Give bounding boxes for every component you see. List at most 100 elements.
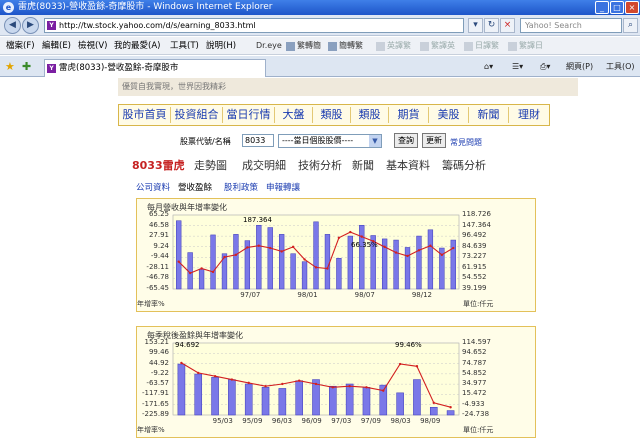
line-point: [200, 267, 203, 270]
close-button[interactable]: ×: [625, 1, 639, 14]
stock-code-input[interactable]: 8033: [242, 134, 274, 147]
nav-sector[interactable]: 類股: [313, 107, 351, 123]
simp-to-trad-button[interactable]: 簡轉繁: [328, 39, 363, 53]
link-earnings[interactable]: 營收盈餘: [178, 182, 212, 194]
search-icon[interactable]: ⌕: [623, 18, 638, 33]
print-icon[interactable]: ⎙▾: [540, 60, 550, 74]
favorites-star-icon[interactable]: ★: [5, 60, 15, 73]
faq-link[interactable]: 常見問題: [450, 137, 482, 148]
translate-icon: [376, 42, 385, 51]
update-button[interactable]: 更新: [422, 133, 446, 148]
address-toolbar: ◀ ▶ Y http://tw.stock.yahoo.com/d/s/earn…: [0, 15, 640, 36]
y-tick-left: -46.78: [146, 273, 169, 282]
y-tick-right: 34.977: [462, 379, 487, 388]
search-input[interactable]: Yahoo! Search: [520, 18, 622, 33]
y-tick-right: 84.639: [462, 241, 487, 250]
menu-tools[interactable]: 工具(T): [170, 37, 199, 55]
tw-to-jp-button[interactable]: 繁譯日: [508, 39, 543, 53]
add-favorite-icon[interactable]: ✚: [22, 60, 31, 73]
page-menu[interactable]: 網頁(P): [566, 60, 593, 74]
bar: [413, 379, 421, 416]
yahoo-favicon-icon: Y: [47, 21, 56, 30]
bar: [278, 388, 287, 416]
link-company-info[interactable]: 公司資料: [136, 182, 170, 194]
y-tick-right: 73.227: [462, 252, 487, 261]
forward-icon[interactable]: ▶: [22, 17, 39, 34]
subnav-trades[interactable]: 成交明細: [242, 158, 286, 174]
x-tick: 98/01: [297, 291, 318, 299]
line-point: [297, 379, 301, 382]
query-button[interactable]: 查詢: [394, 133, 418, 148]
subnav-profile[interactable]: 基本資料: [386, 158, 430, 174]
menu-edit[interactable]: 編輯(E): [42, 37, 71, 55]
menu-help[interactable]: 說明(H): [206, 37, 236, 55]
bar: [210, 234, 216, 290]
quarterly-earnings-chart: 每季稅後盈餘與年增率變化 153.21 114.597 99.46 94.652 44.9…: [136, 326, 536, 438]
link-transfer[interactable]: 申報轉讓: [266, 182, 300, 194]
nav-market[interactable]: 大盤: [275, 107, 313, 123]
tw-to-en-button[interactable]: 繁譯英: [420, 39, 455, 53]
trad-to-simp-button[interactable]: 繁轉簡: [286, 39, 321, 53]
x-tick: 98/03: [390, 417, 411, 425]
bar: [256, 224, 262, 290]
nav-stock-home[interactable]: 股市首頁: [119, 107, 171, 123]
bar: [261, 387, 270, 416]
bar: [446, 410, 455, 416]
stop-icon[interactable]: ×: [500, 18, 515, 33]
line-point: [180, 361, 183, 365]
quote-select[interactable]: ----當日個股股價---- ▼: [278, 134, 382, 148]
y-tick-right: 54.552: [462, 273, 487, 282]
quote-select-value: ----當日個股股價----: [282, 136, 354, 145]
line-point: [349, 230, 352, 234]
jp-to-tw-button[interactable]: 日譯繁: [464, 39, 499, 53]
address-url: http://tw.stock.yahoo.com/d/s/earning_80…: [59, 21, 256, 30]
nav-finance[interactable]: 理財: [509, 107, 549, 123]
back-icon[interactable]: ◀: [4, 17, 21, 34]
line-point: [406, 254, 409, 258]
nav-news[interactable]: 新聞: [469, 107, 509, 123]
en-to-tw-button[interactable]: 英譯繁: [376, 39, 411, 53]
bar: [329, 385, 337, 416]
y-tick-left: -28.11: [146, 262, 169, 271]
chevron-down-icon: ▼: [369, 135, 381, 147]
ie-logo-icon: e: [3, 2, 14, 13]
home-icon[interactable]: ⌂▾: [484, 60, 493, 74]
feeds-icon[interactable]: ☰▾: [512, 60, 523, 74]
subnav-news[interactable]: 新聞: [352, 158, 374, 174]
line-annotation: 66.35%: [351, 241, 378, 249]
window-title-bar: e 雷虎(8033)-營收盈餘-奇摩股市 - Windows Internet …: [0, 0, 640, 15]
x-tick: 96/09: [301, 417, 322, 425]
line-point: [398, 362, 402, 366]
line-point: [223, 255, 226, 259]
translate-icon: [328, 42, 337, 51]
line-point: [331, 386, 335, 389]
tab-active[interactable]: Y 雷虎(8033)-營收盈餘-奇摩股市: [44, 59, 266, 77]
nav-daily-quotes[interactable]: 當日行情: [223, 107, 275, 123]
subnav-chart[interactable]: 走勢圖: [194, 158, 227, 174]
nav-futures[interactable]: 期貨: [389, 107, 429, 123]
y-tick-left: -9.44: [150, 252, 169, 261]
line-point: [291, 245, 295, 249]
subnav-chips[interactable]: 籌碼分析: [442, 158, 486, 174]
menu-favorites[interactable]: 我的最愛(A): [114, 37, 160, 55]
link-dividend[interactable]: 股利政策: [224, 182, 258, 194]
tab-label: 雷虎(8033)-營收盈餘-奇摩股市: [59, 63, 179, 73]
line-point: [348, 385, 351, 388]
maximize-button[interactable]: □: [610, 1, 624, 14]
refresh-icon[interactable]: ↻: [484, 18, 499, 33]
menu-view[interactable]: 檢視(V): [78, 37, 107, 55]
line-point: [383, 245, 386, 249]
address-bar[interactable]: Y http://tw.stock.yahoo.com/d/s/earning_…: [44, 18, 464, 33]
bar: [416, 235, 422, 290]
nav-portfolio[interactable]: 投資組合: [171, 107, 223, 123]
menu-file[interactable]: 檔案(F): [6, 37, 35, 55]
tools-menu[interactable]: 工具(O): [606, 60, 635, 74]
window-title: 雷虎(8033)-營收盈餘-奇摩股市 - Windows Internet Ex…: [18, 2, 273, 12]
line-point: [230, 378, 234, 381]
minimize-button[interactable]: _: [595, 1, 609, 14]
dropdown-arrow-icon[interactable]: ▾: [468, 18, 483, 33]
subnav-technical[interactable]: 技術分析: [298, 158, 342, 174]
nav-category[interactable]: 類股: [351, 107, 389, 123]
nav-us-stocks[interactable]: 美股: [429, 107, 469, 123]
y-tick-right: 118.726: [462, 210, 491, 218]
